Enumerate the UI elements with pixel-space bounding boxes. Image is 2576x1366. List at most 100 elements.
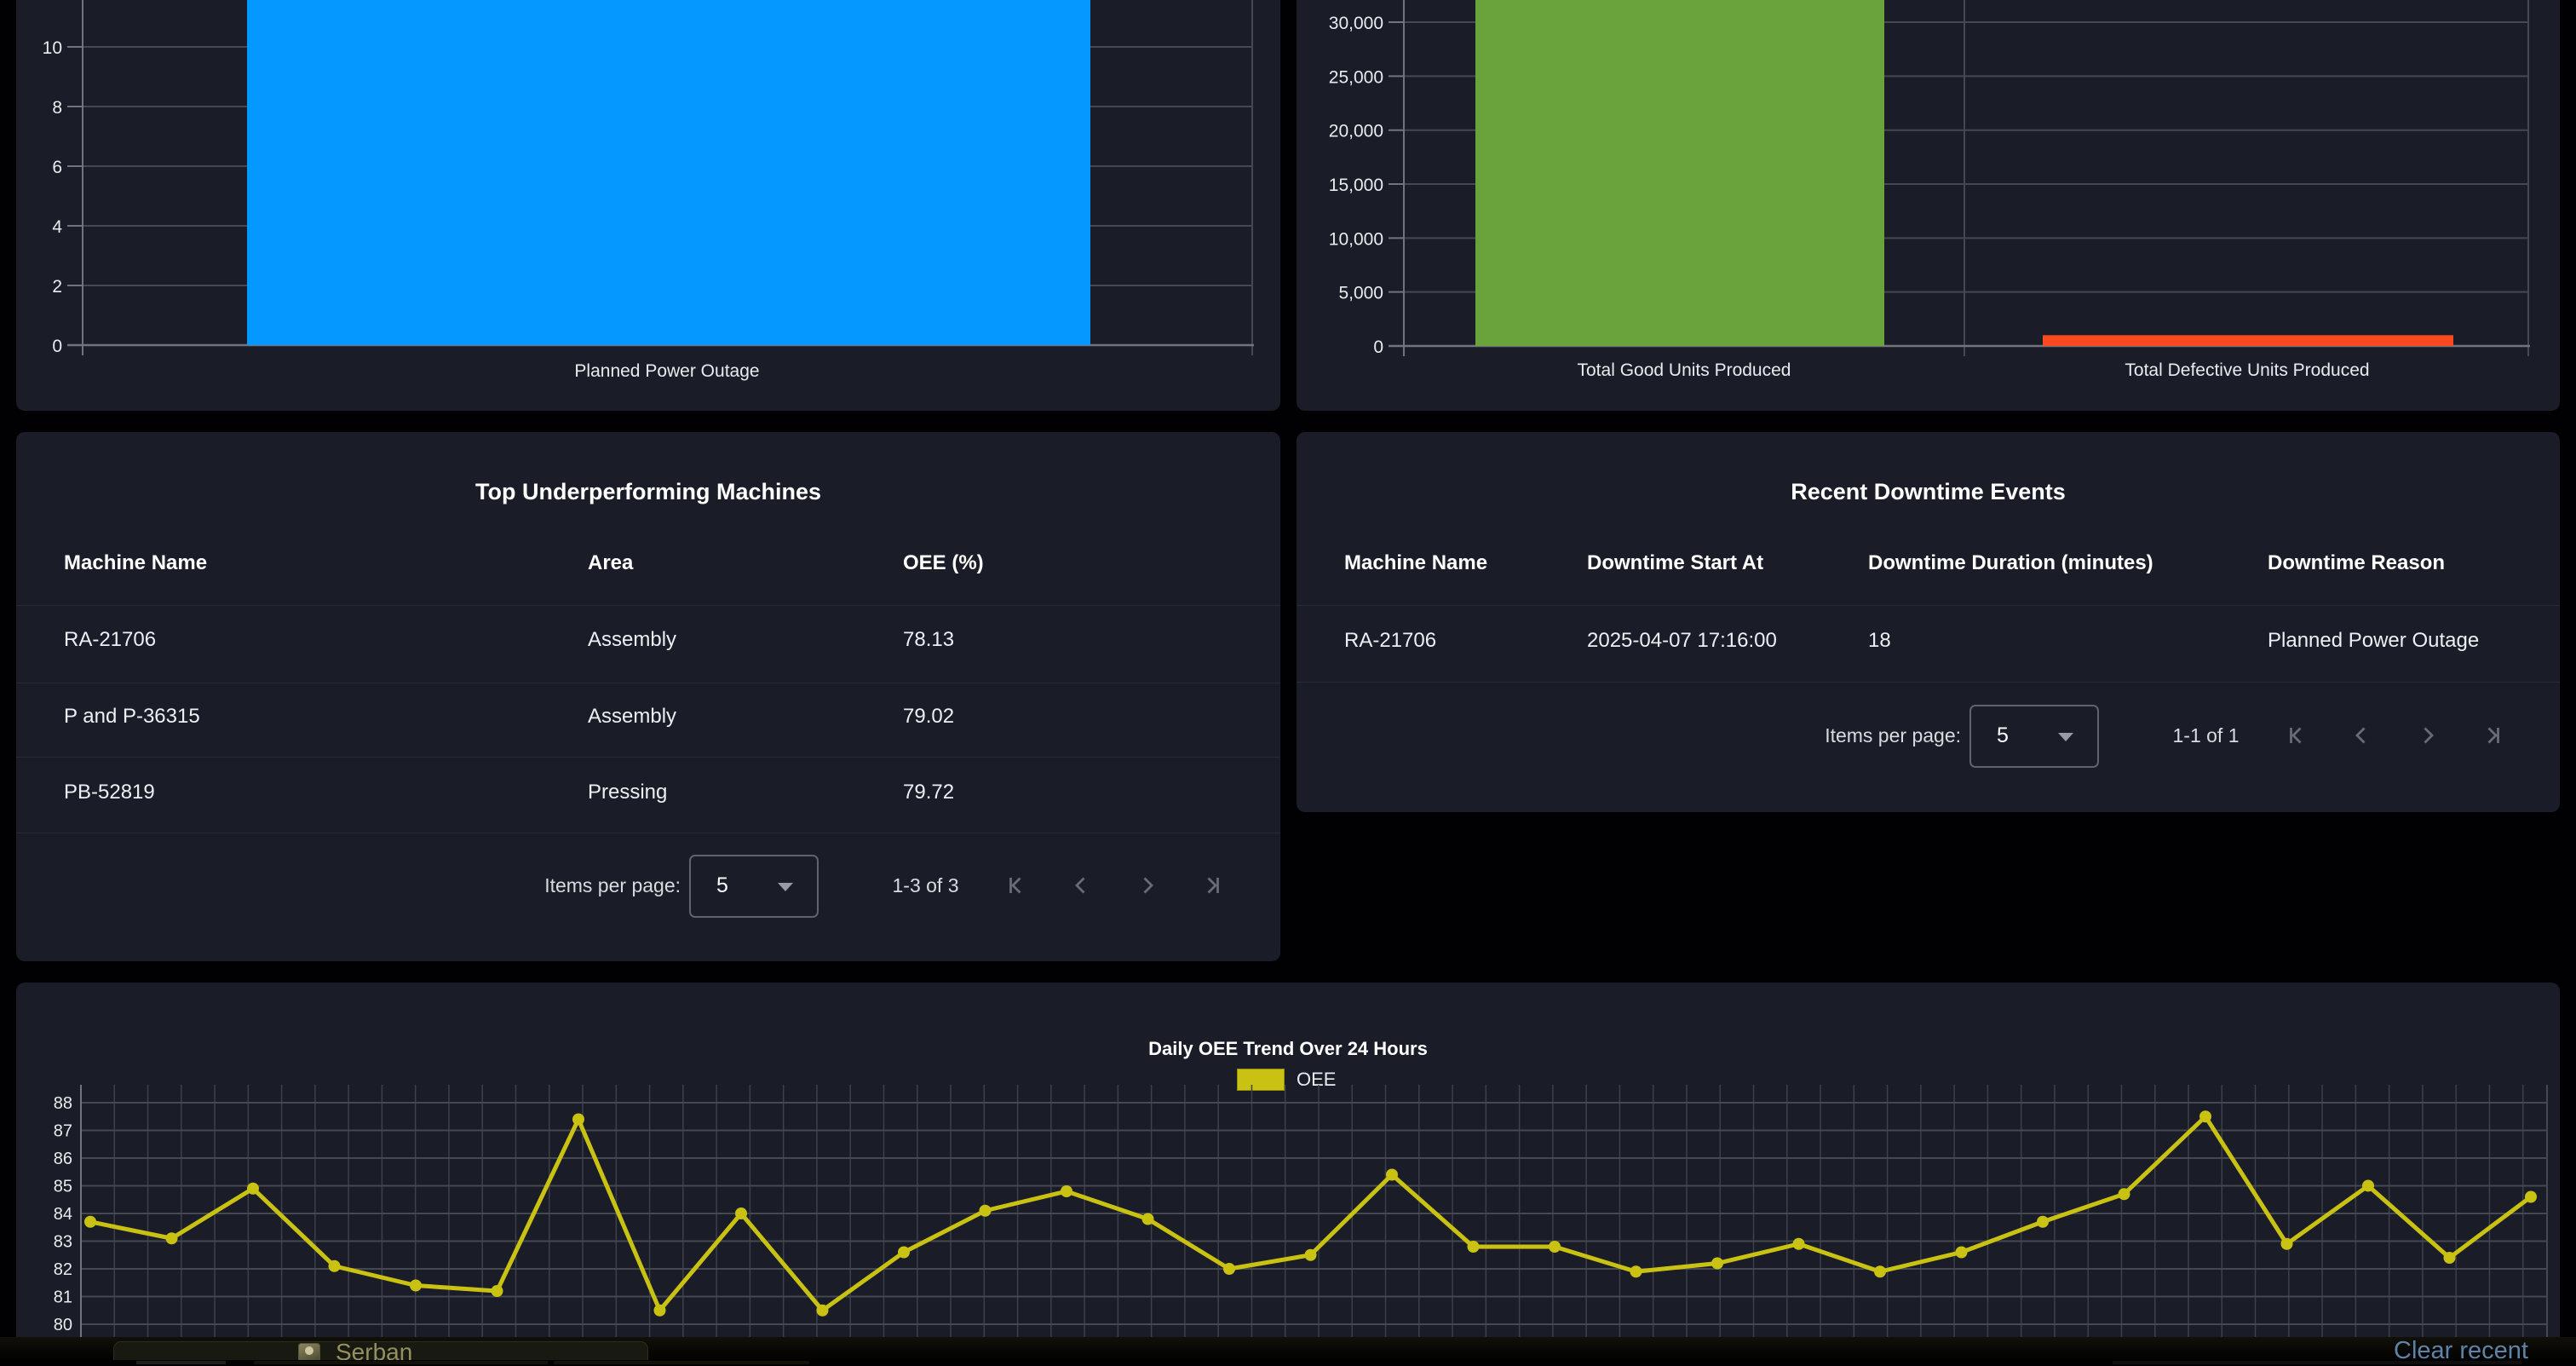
svg-text:25,000: 25,000 bbox=[1329, 67, 1383, 87]
page-size-value: 5 bbox=[716, 873, 728, 898]
table-cell: Planned Power Outage bbox=[2268, 629, 2479, 653]
table-cell: 79.02 bbox=[903, 705, 954, 729]
table-row: RA-217062025-04-07 17:16:0018Planned Pow… bbox=[1297, 629, 2560, 658]
oee-data-point[interactable] bbox=[1223, 1263, 1235, 1275]
svg-text:81: 81 bbox=[54, 1288, 72, 1307]
oee-data-point[interactable] bbox=[2199, 1110, 2211, 1122]
svg-text:80: 80 bbox=[54, 1316, 72, 1334]
svg-text:0: 0 bbox=[1373, 337, 1383, 357]
previous-page-button[interactable] bbox=[1066, 869, 1096, 903]
chevron-left-icon bbox=[1066, 870, 1096, 901]
table-cell: Assembly bbox=[588, 705, 676, 729]
svg-text:86: 86 bbox=[54, 1150, 72, 1168]
first-page-button[interactable] bbox=[1000, 869, 1031, 903]
table-cell: RA-21706 bbox=[64, 628, 156, 652]
taskbar-strip bbox=[0, 1360, 2576, 1365]
first-page-icon bbox=[2280, 720, 2311, 751]
oee-data-point[interactable] bbox=[735, 1207, 747, 1219]
oee-data-point[interactable] bbox=[817, 1305, 829, 1317]
oee-data-point[interactable] bbox=[2444, 1252, 2456, 1264]
table-row: P and P-36315 Assembly 79.02 bbox=[16, 705, 1280, 734]
svg-text:88: 88 bbox=[54, 1094, 72, 1113]
last-page-button[interactable] bbox=[1198, 869, 1228, 903]
page-size-select[interactable]: 5 bbox=[689, 855, 819, 918]
oee-data-point[interactable] bbox=[572, 1114, 584, 1126]
oee-data-point[interactable] bbox=[898, 1247, 910, 1259]
chevron-right-icon bbox=[2412, 720, 2443, 751]
top-underperforming-machines-card: Top Underperforming Machines Machine Nam… bbox=[16, 432, 1280, 961]
oee-data-point[interactable] bbox=[980, 1205, 992, 1217]
row-divider bbox=[16, 605, 1280, 606]
page-size-select[interactable]: 5 bbox=[1969, 705, 2099, 768]
oee-data-point[interactable] bbox=[1142, 1213, 1154, 1225]
dashboard-page: 0246810Planned Power Outage 05,00010,000… bbox=[0, 0, 2576, 1365]
table-cell: P and P-36315 bbox=[64, 705, 200, 729]
oee-data-point[interactable] bbox=[492, 1285, 503, 1297]
oee-data-point[interactable] bbox=[2525, 1191, 2537, 1203]
last-page-button[interactable] bbox=[2478, 719, 2509, 753]
table-cell: 79.72 bbox=[903, 781, 954, 804]
svg-text:5,000: 5,000 bbox=[1338, 284, 1383, 303]
svg-text:8: 8 bbox=[52, 98, 62, 118]
oee-data-point[interactable] bbox=[1956, 1247, 1968, 1259]
svg-text:83: 83 bbox=[54, 1233, 72, 1252]
units-produced-bar-chart[interactable]: 05,00010,00015,00020,00025,00030,000Tota… bbox=[1297, 0, 2560, 411]
svg-text:2: 2 bbox=[52, 277, 62, 297]
recent-downtime-paginator: Items per page: 5 1-1 of 1 bbox=[1297, 705, 2560, 773]
column-header: Downtime Reason bbox=[2268, 551, 2445, 575]
top-underperforming-paginator: Items per page: 5 1-3 of 3 bbox=[16, 855, 1280, 923]
table-cell: PB-52819 bbox=[64, 781, 155, 804]
svg-text:30,000: 30,000 bbox=[1329, 14, 1383, 33]
oee-data-point[interactable] bbox=[329, 1260, 341, 1272]
svg-text:84: 84 bbox=[54, 1205, 72, 1224]
chart-title: Daily OEE Trend Over 24 Hours bbox=[16, 1036, 2560, 1062]
oee-data-point[interactable] bbox=[1711, 1258, 1723, 1270]
bar-total-good-units-produced[interactable] bbox=[1475, 0, 1884, 346]
column-header: OEE (%) bbox=[903, 551, 984, 575]
svg-text:0: 0 bbox=[52, 337, 62, 356]
first-page-button[interactable] bbox=[2280, 719, 2311, 753]
oee-trend-line-chart[interactable]: 808182838485868788 bbox=[16, 1085, 2560, 1354]
oee-data-point[interactable] bbox=[1305, 1249, 1317, 1261]
oee-data-point[interactable] bbox=[1630, 1265, 1642, 1277]
oee-data-point[interactable] bbox=[1386, 1169, 1398, 1181]
downtime-by-reason-chart-card: 0246810Planned Power Outage bbox=[16, 0, 1280, 411]
bar-planned-power-outage[interactable] bbox=[247, 0, 1090, 345]
background-window-overlay: Serban Clear recent bbox=[0, 1337, 2576, 1365]
column-header: Machine Name bbox=[1344, 551, 1487, 575]
oee-data-point[interactable] bbox=[654, 1305, 666, 1317]
oee-data-point[interactable] bbox=[84, 1216, 96, 1228]
table-cell: 18 bbox=[1868, 629, 1891, 653]
oee-data-point[interactable] bbox=[1061, 1185, 1072, 1197]
chevron-right-icon bbox=[1132, 870, 1163, 901]
oee-data-point[interactable] bbox=[410, 1280, 422, 1292]
bar-total-defective-units-produced[interactable] bbox=[2043, 335, 2453, 346]
taskbar-item bbox=[2113, 1361, 2521, 1364]
table-cell: Assembly bbox=[588, 628, 676, 652]
svg-text:15,000: 15,000 bbox=[1329, 176, 1383, 195]
table-row: RA-21706Assembly78.13 bbox=[16, 628, 1280, 657]
oee-data-point[interactable] bbox=[1468, 1241, 1480, 1253]
column-header: Downtime Duration (minutes) bbox=[1868, 551, 2153, 575]
oee-data-point[interactable] bbox=[2119, 1188, 2130, 1200]
oee-data-point[interactable] bbox=[2362, 1180, 2374, 1192]
column-header: Downtime Start At bbox=[1587, 551, 1763, 575]
oee-data-point[interactable] bbox=[2037, 1216, 2049, 1228]
taskbar-item bbox=[136, 1361, 226, 1364]
row-divider bbox=[1297, 682, 2560, 683]
svg-text:10,000: 10,000 bbox=[1329, 229, 1383, 249]
oee-data-point[interactable] bbox=[1793, 1238, 1805, 1250]
svg-text:82: 82 bbox=[54, 1260, 72, 1279]
previous-page-button[interactable] bbox=[2346, 719, 2377, 753]
table-cell: RA-21706 bbox=[1344, 629, 1436, 653]
category-label: Total Defective Units Produced bbox=[2125, 360, 2369, 380]
next-page-button[interactable] bbox=[1132, 869, 1163, 903]
oee-data-point[interactable] bbox=[247, 1183, 259, 1195]
oee-data-point[interactable] bbox=[166, 1232, 178, 1244]
svg-text:10: 10 bbox=[43, 38, 62, 58]
oee-data-point[interactable] bbox=[2281, 1238, 2293, 1250]
downtime-by-reason-bar-chart[interactable]: 0246810Planned Power Outage bbox=[16, 0, 1280, 411]
oee-data-point[interactable] bbox=[1549, 1241, 1561, 1253]
next-page-button[interactable] bbox=[2412, 719, 2443, 753]
oee-data-point[interactable] bbox=[1874, 1265, 1886, 1277]
